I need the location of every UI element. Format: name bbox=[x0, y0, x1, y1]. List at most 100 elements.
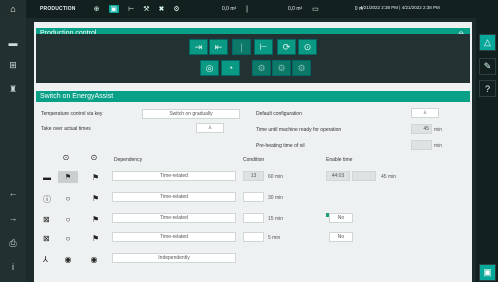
flag-icon[interactable]: ⚑ bbox=[92, 234, 102, 243]
motor3-icon: ⚙ bbox=[297, 62, 306, 73]
row4-enable-flag[interactable]: No bbox=[329, 232, 353, 242]
plate-back-button[interactable]: ⇤ bbox=[209, 39, 228, 55]
hand-icon: ⅄ bbox=[423, 110, 427, 116]
drop-icon: ◔ bbox=[227, 63, 234, 73]
separator-icon: | bbox=[246, 5, 248, 13]
back-arrow-icon[interactable]: ← bbox=[7, 188, 19, 198]
row4-condition-unit: 5 min bbox=[268, 235, 281, 241]
right-sidebar: △ ✎ ? ▣ bbox=[476, 18, 498, 282]
heater-icon: ▬ bbox=[43, 173, 51, 182]
home-button[interactable]: ⌂ bbox=[0, 0, 26, 18]
screen-icon: ▭ bbox=[312, 6, 319, 13]
row1-dependency[interactable]: Time-related bbox=[112, 171, 236, 181]
stop-icon: ⊙ bbox=[303, 41, 312, 52]
robot-icon[interactable]: ⚙ bbox=[173, 5, 179, 13]
row4-dependency[interactable]: Time-related bbox=[112, 232, 236, 242]
row2-condition-unit: 30 min bbox=[268, 195, 284, 201]
motor2-button[interactable]: ⚙ bbox=[272, 60, 291, 76]
globe-icon[interactable]: ⊕ bbox=[94, 5, 100, 13]
machine-settings-icon[interactable]: ⊞ bbox=[7, 60, 19, 71]
keyboard-icon[interactable]: ▬ bbox=[7, 38, 19, 48]
robot-arm-icon[interactable]: ♜ bbox=[7, 84, 19, 95]
time-until-unit: min bbox=[434, 127, 443, 133]
plate-forward-button[interactable]: ⇥ bbox=[189, 39, 208, 55]
screen-button[interactable]: ▣ bbox=[479, 264, 496, 281]
info-box-icon: ⓘ bbox=[43, 195, 51, 204]
screw2-icon: ⊠ bbox=[43, 234, 50, 243]
take-over-button[interactable]: ⅄ bbox=[196, 123, 224, 133]
row2-dependency[interactable]: Time-related bbox=[112, 192, 236, 202]
hand-icon: ⅄ bbox=[208, 125, 212, 131]
forward-arrow-icon[interactable]: → bbox=[7, 213, 19, 223]
radio-on-icon[interactable]: ◉ bbox=[61, 255, 75, 264]
motor2-icon: ⚙ bbox=[277, 62, 286, 73]
plate-back-icon: ⇤ bbox=[214, 41, 223, 52]
divider-icon: | bbox=[240, 42, 243, 52]
preheat-label: Pre-heating time of oil bbox=[256, 143, 305, 149]
machine-icon[interactable]: ▣ bbox=[108, 5, 120, 13]
default-config-button[interactable]: ⅄ bbox=[411, 108, 439, 118]
energy-assist-title: Switch on EnergyAssist bbox=[40, 93, 114, 100]
flag-icon: ⚑ bbox=[64, 174, 72, 181]
help-button[interactable]: ? bbox=[479, 80, 496, 97]
warning-icon: △ bbox=[484, 37, 491, 47]
time-until-label: Time until machine ready for operation bbox=[256, 127, 342, 133]
plate-forward-icon: ⇥ bbox=[194, 41, 203, 52]
energy-assist-header[interactable]: Switch on EnergyAssist bbox=[36, 91, 470, 102]
radio-off-icon[interactable]: ◉ bbox=[87, 255, 101, 264]
row1-condition-value: 13 bbox=[243, 171, 264, 181]
drop-button[interactable]: ◔ bbox=[221, 60, 240, 76]
alarm-icon[interactable]: ✖ bbox=[159, 5, 165, 13]
enable-time-header: Enable time bbox=[326, 157, 353, 163]
row3-condition-value[interactable] bbox=[243, 213, 264, 223]
left-sidebar: ▬ ⊞ ♜ ← → ⎙ i bbox=[0, 18, 26, 282]
radio-off-icon[interactable]: ○ bbox=[61, 234, 75, 243]
bracket-button[interactable]: ⊢ bbox=[254, 39, 273, 55]
datetime: 4/21/2022 2:38 PM | 4/21/2022 2:38 PM bbox=[360, 5, 440, 10]
volume-value: 0,0 m³ bbox=[288, 6, 303, 12]
default-config-label: Default configuration bbox=[256, 111, 302, 117]
bracket-icon: ⊢ bbox=[259, 41, 268, 52]
warning-button[interactable]: △ bbox=[479, 34, 496, 51]
top-bar: ⌂ PRODUCTION ⊕ ▣ ⊢ ⚒ ✖ ⚙ 0,0 m³ | 0,0 m³… bbox=[0, 0, 498, 18]
page-title: PRODUCTION bbox=[40, 6, 76, 12]
cushion-value: 0,0 m³ bbox=[222, 6, 237, 12]
radio-off-icon[interactable]: ○ bbox=[61, 194, 75, 203]
flag-icon[interactable]: ⚑ bbox=[92, 194, 102, 203]
injection-icon[interactable]: ⊢ bbox=[128, 5, 134, 13]
help-icon: ? bbox=[484, 83, 490, 94]
motor3-button[interactable]: ⚙ bbox=[292, 60, 311, 76]
production-control-panel: ⇥ ⇤ | ⊢ ⟳ ⊙ ◎ ◔ ⚙ ⚙ ⚙ bbox=[36, 34, 470, 83]
temp-control-select[interactable]: Switch on gradually bbox=[142, 109, 240, 119]
edit-button[interactable]: ✎ bbox=[479, 58, 496, 75]
divider-button[interactable]: | bbox=[232, 39, 251, 55]
radio-off-icon[interactable]: ○ bbox=[61, 215, 75, 224]
info-icon[interactable]: i bbox=[7, 262, 19, 272]
motor-icon: ⚙ bbox=[257, 62, 266, 73]
row1-enable-unit: 45 min bbox=[381, 174, 397, 180]
tool-icon[interactable]: ⚒ bbox=[143, 5, 149, 13]
print-icon[interactable]: ⎙ bbox=[7, 238, 19, 249]
flag-icon[interactable]: ⚑ bbox=[92, 215, 102, 224]
temp-control-label: Temperature control via key bbox=[41, 111, 103, 117]
row4-condition-value[interactable] bbox=[243, 232, 264, 242]
row3-enable-flag[interactable]: No bbox=[329, 213, 353, 223]
row1-enable-time: 44:03 bbox=[326, 171, 350, 181]
motor-button[interactable]: ⚙ bbox=[252, 60, 271, 76]
row1-condition-unit: 60 min bbox=[268, 174, 284, 180]
condition-header: Condition bbox=[243, 157, 265, 163]
flag-icon[interactable]: ⚑ bbox=[92, 173, 102, 182]
preheat-value bbox=[411, 140, 432, 150]
row2-condition-value[interactable] bbox=[243, 192, 264, 202]
screen-icon: ▣ bbox=[483, 267, 492, 277]
row3-dependency[interactable]: Time-related bbox=[112, 213, 236, 223]
cycle-button[interactable]: ⟳ bbox=[277, 39, 296, 55]
screw-icon: ⊠ bbox=[43, 215, 50, 224]
row5-dependency[interactable]: Independently bbox=[112, 253, 236, 263]
target-button[interactable]: ◎ bbox=[200, 60, 219, 76]
stop-button[interactable]: ⊙ bbox=[298, 39, 317, 55]
preheat-unit: min bbox=[434, 143, 443, 149]
dependency-header: Dependency bbox=[114, 157, 143, 163]
time-until-value: 45 bbox=[411, 124, 432, 134]
row1-flag-selected[interactable]: ⚑ bbox=[58, 171, 78, 183]
